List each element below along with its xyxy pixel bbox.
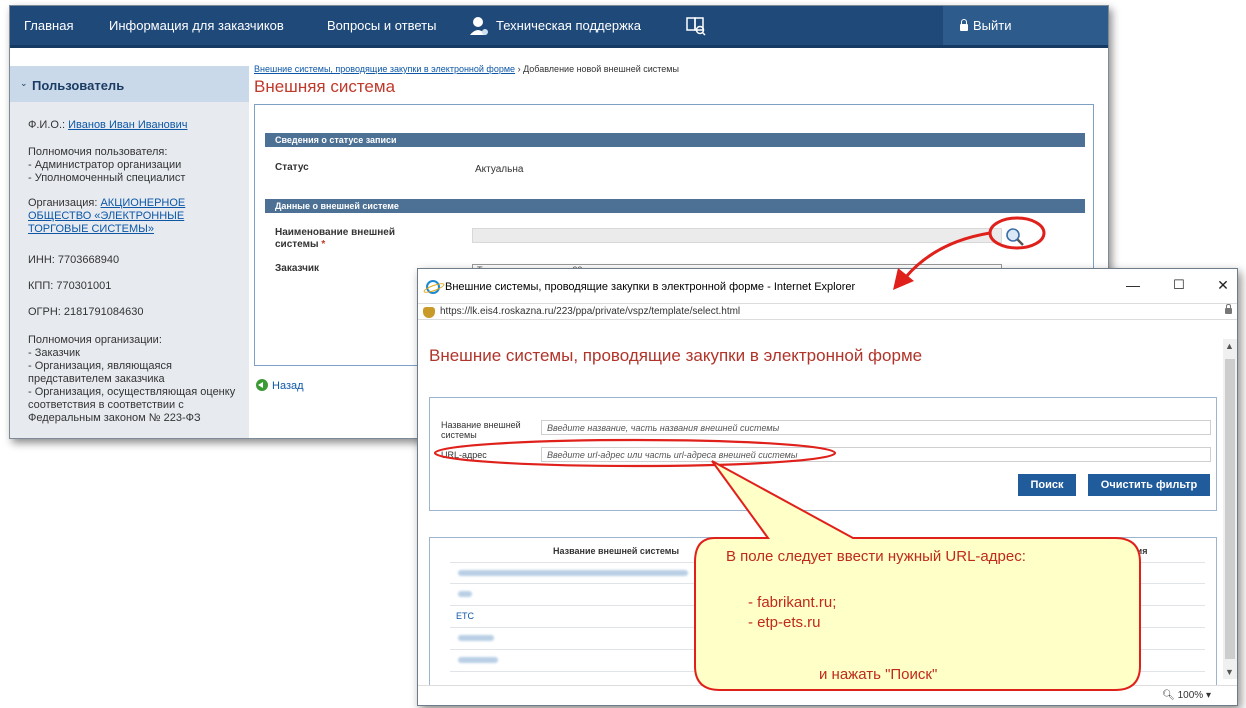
breadcrumb-current: Добавление новой внешней системы [523, 64, 679, 74]
blurred-text [458, 570, 688, 576]
customer-label: Заказчик [275, 263, 320, 274]
filter-name-input[interactable]: Введите название, часть названия внешней… [541, 420, 1211, 435]
blurred-text [458, 635, 494, 641]
required-mark: * [321, 239, 326, 250]
search-system-button[interactable] [1005, 227, 1025, 247]
scroll-down-icon[interactable]: ▼ [1225, 667, 1234, 677]
site-emblem-icon [423, 307, 435, 318]
blurred-text [458, 591, 472, 597]
back-label: Назад [272, 380, 304, 392]
org-label: Организация: [28, 197, 98, 209]
logout-label: Выйти [973, 18, 1012, 33]
user-inn: ИНН: 7703668940 [28, 254, 120, 266]
filter-panel: Название внешней системы Введите названи… [429, 397, 1217, 511]
blurred-text [458, 657, 498, 663]
user-panel-title: Пользователь [32, 78, 125, 93]
popup-title: Внешние системы, проводящие закупки в эл… [445, 281, 856, 293]
minimize-button[interactable]: — [1123, 277, 1143, 293]
page-title: Внешняя система [254, 77, 396, 96]
user-organization: Организация: АКЦИОНЕРНОЕ ОБЩЕСТВО «ЭЛЕКТ… [28, 197, 228, 236]
breadcrumb: Внешние системы, проводящие закупки в эл… [254, 64, 679, 74]
fio-label: Ф.И.О.: [28, 119, 66, 131]
user-fio: Ф.И.О.: Иванов Иван Иванович [28, 119, 188, 132]
callout-text: В поле следует ввести нужный URL-адрес: … [696, 537, 1136, 687]
url-text: https://lk.eis4.roskazna.ru/223/ppa/priv… [440, 306, 741, 317]
popup-heading: Внешние системы, проводящие закупки в эл… [429, 346, 923, 365]
callout-line-3: - etp-ets.ru [748, 614, 821, 631]
callout-line-1: В поле следует ввести нужный URL-адрес: [726, 548, 1026, 565]
scroll-thumb[interactable] [1225, 359, 1235, 659]
status-bar: 🔍︎ 100% ▾ [418, 685, 1237, 705]
user-ogrn: ОГРН: 2181791084630 [28, 306, 144, 318]
column-header-name: Название внешней системы [553, 546, 680, 556]
breadcrumb-link[interactable]: Внешние системы, проводящие закупки в эл… [254, 64, 515, 74]
nav-home[interactable]: Главная [24, 18, 73, 33]
zoom-icon: 🔍︎ [1162, 690, 1175, 701]
clear-filter-button[interactable]: Очистить фильтр [1088, 474, 1210, 496]
user-permissions: Полномочия пользователя: - Администратор… [28, 146, 186, 184]
callout-line-4: и нажать "Поиск" [819, 666, 938, 683]
callout-line-2: - fabrikant.ru; [748, 594, 837, 611]
user-sidebar: ⌄ Пользователь Ф.И.О.: Иванов Иван Ивано… [10, 66, 249, 438]
close-button[interactable]: ✕ [1213, 277, 1233, 294]
nav-faq[interactable]: Вопросы и ответы [327, 18, 436, 33]
section-data-header: Данные о внешней системе [265, 199, 1085, 213]
address-bar[interactable]: https://lk.eis4.roskazna.ru/223/ppa/priv… [418, 303, 1237, 320]
back-link[interactable]: Назад [256, 379, 304, 392]
filter-url-input[interactable]: Введите url-адрес или часть url-адреса в… [541, 447, 1211, 462]
popup-scrollbar[interactable]: ▲ ▼ [1223, 339, 1237, 679]
system-name-input[interactable] [472, 228, 1002, 243]
system-name-label-text: Наименование внешней системы [275, 227, 395, 250]
support-icon [469, 16, 489, 36]
book-search-icon[interactable] [685, 15, 707, 37]
zoom-level[interactable]: 🔍︎ 100% ▾ [1162, 690, 1211, 701]
organization-permissions: Полномочия организации: - Заказчик - Орг… [28, 334, 236, 424]
nav-customers-info[interactable]: Информация для заказчиков [109, 18, 284, 33]
top-navigation: Главная Информация для заказчиков Вопрос… [10, 6, 1108, 48]
status-label: Статус [275, 162, 309, 173]
chevron-down-icon: ⌄ [20, 78, 28, 88]
maximize-button[interactable]: ☐ [1169, 277, 1189, 293]
user-kpp: КПП: 770301001 [28, 280, 112, 292]
secure-lock-icon [1225, 304, 1232, 314]
logout-button[interactable]: Выйти [943, 18, 1108, 33]
search-button[interactable]: Поиск [1018, 474, 1076, 496]
back-arrow-icon [256, 379, 268, 391]
zoom-value: 100% [1177, 690, 1204, 701]
status-value: Актуальна [475, 164, 524, 175]
filter-url-label: URL-адрес [441, 450, 487, 460]
user-panel-header[interactable]: ⌄ Пользователь [10, 66, 249, 102]
user-fio-link[interactable]: Иванов Иван Иванович [68, 119, 187, 131]
nav-support[interactable]: Техническая поддержка [496, 18, 641, 33]
row-name-link[interactable]: ЕТС [456, 611, 474, 621]
system-name-label: Наименование внешней системы * [275, 227, 425, 251]
lock-icon [960, 19, 968, 31]
filter-name-label: Название внешней системы [441, 420, 521, 440]
magnifier-icon [1006, 228, 1024, 246]
internet-explorer-icon [426, 280, 440, 294]
popup-titlebar[interactable]: Внешние системы, проводящие закупки в эл… [418, 269, 1237, 301]
logout-area: Выйти [943, 6, 1108, 45]
section-status-header: Сведения о статусе записи [265, 133, 1085, 147]
scroll-up-icon[interactable]: ▲ [1225, 341, 1234, 351]
breadcrumb-separator: › [517, 64, 521, 74]
